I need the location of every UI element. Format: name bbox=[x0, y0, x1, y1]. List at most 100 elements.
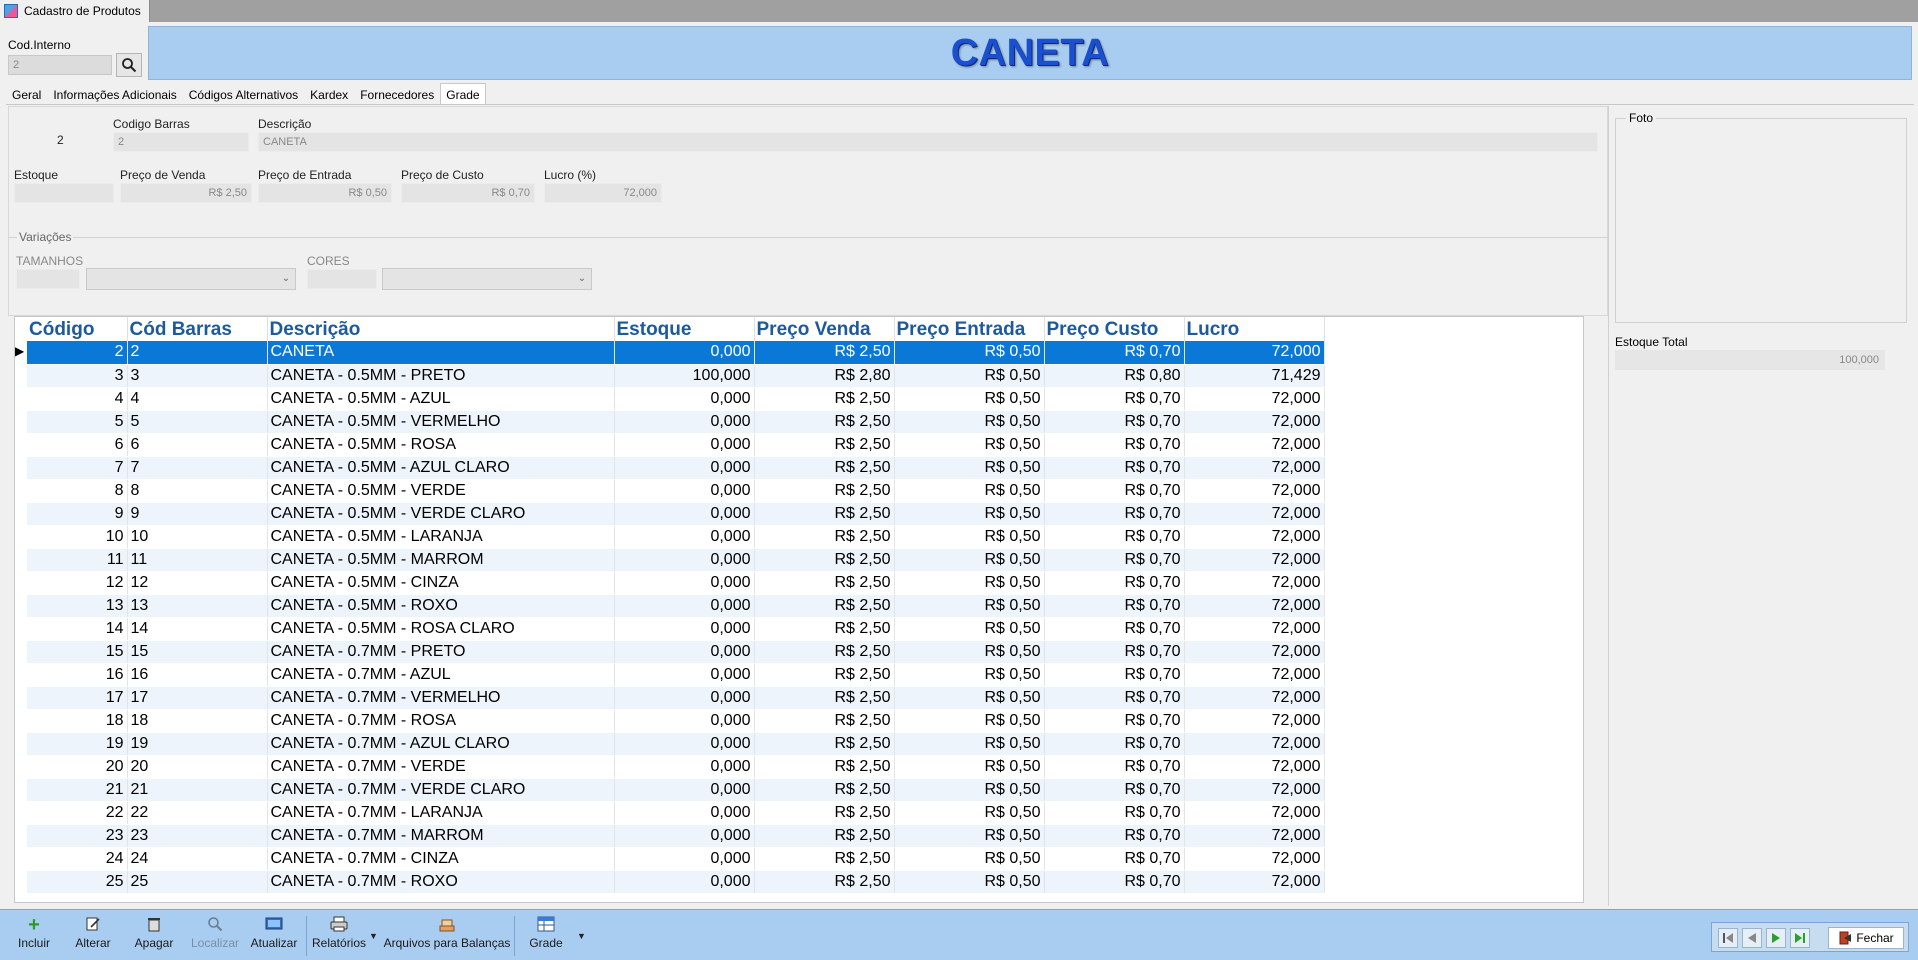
table-cell[interactable]: 72,000 bbox=[1184, 824, 1325, 848]
table-cell[interactable]: 72,000 bbox=[1184, 732, 1325, 756]
table-cell[interactable]: CANETA - 0.7MM - AZUL bbox=[267, 663, 615, 687]
tab-fornecedores[interactable]: Fornecedores bbox=[354, 83, 440, 105]
table-cell[interactable]: CANETA - 0.7MM - MARROM bbox=[267, 824, 615, 848]
table-cell[interactable]: R$ 0,50 bbox=[894, 663, 1045, 687]
table-cell[interactable]: 0,000 bbox=[614, 870, 755, 894]
first-record-button[interactable] bbox=[1718, 928, 1738, 948]
col-header-preco-custo[interactable]: Preço Custo bbox=[1044, 317, 1185, 341]
table-cell[interactable]: 18 bbox=[127, 709, 268, 733]
table-cell[interactable]: CANETA - 0.5MM - AZUL bbox=[267, 387, 615, 411]
table-row[interactable]: 24 24 CANETA - 0.7MM - CINZA 0,000 R$ 2,50 R$… bbox=[27, 847, 1325, 871]
table-cell[interactable]: R$ 2,50 bbox=[754, 732, 895, 756]
table-row[interactable]: 3 3 CANETA - 0.5MM - PRETO 100,000 R$ 2,80 R$… bbox=[27, 364, 1325, 388]
table-cell[interactable]: 0,000 bbox=[614, 640, 755, 664]
table-cell[interactable]: R$ 0,50 bbox=[894, 617, 1045, 641]
table-row[interactable]: 19 19 CANETA - 0.7MM - AZUL CLARO 0,000 R$ 2… bbox=[27, 732, 1325, 756]
table-cell[interactable]: CANETA - 0.5MM - LARANJA bbox=[267, 525, 615, 549]
table-cell[interactable]: 19 bbox=[27, 732, 128, 756]
table-cell[interactable]: 72,000 bbox=[1184, 847, 1325, 871]
table-cell[interactable]: 16 bbox=[127, 663, 268, 687]
table-cell[interactable]: R$ 0,70 bbox=[1044, 525, 1185, 549]
table-cell[interactable]: R$ 0,50 bbox=[894, 502, 1045, 526]
table-row[interactable]: 7 7 CANETA - 0.5MM - AZUL CLARO 0,000 R$ 2,5… bbox=[27, 456, 1325, 480]
table-cell[interactable]: 23 bbox=[127, 824, 268, 848]
table-cell[interactable]: R$ 0,70 bbox=[1044, 732, 1185, 756]
table-row[interactable]: 6 6 CANETA - 0.5MM - ROSA 0,000 R$ 2,50 R$ 0,… bbox=[27, 433, 1325, 457]
table-cell[interactable]: 0,000 bbox=[614, 594, 755, 618]
table-cell[interactable]: 72,000 bbox=[1184, 640, 1325, 664]
table-cell[interactable]: 72,000 bbox=[1184, 502, 1325, 526]
table-cell[interactable]: 3 bbox=[127, 364, 268, 388]
document-tab[interactable]: Cadastro de Produtos bbox=[0, 0, 150, 22]
table-cell[interactable]: R$ 0,70 bbox=[1044, 479, 1185, 503]
arquivos-balancas-button[interactable]: Arquivos para Balanças bbox=[383, 916, 511, 956]
table-cell[interactable]: 72,000 bbox=[1184, 801, 1325, 825]
table-cell[interactable]: R$ 0,50 bbox=[894, 571, 1045, 595]
table-cell[interactable]: R$ 0,50 bbox=[894, 709, 1045, 733]
preco-venda-input[interactable]: R$ 2,50 bbox=[120, 183, 252, 203]
table-cell[interactable]: R$ 2,50 bbox=[754, 640, 895, 664]
table-row[interactable]: 21 21 CANETA - 0.7MM - VERDE CLARO 0,000 R$ … bbox=[27, 778, 1325, 802]
table-cell[interactable]: R$ 0,80 bbox=[1044, 364, 1185, 388]
table-cell[interactable]: 17 bbox=[27, 686, 128, 710]
col-header-cod-barras[interactable]: Cód Barras bbox=[127, 317, 268, 341]
table-cell[interactable]: 4 bbox=[27, 387, 128, 411]
table-cell[interactable]: R$ 0,50 bbox=[894, 525, 1045, 549]
table-cell[interactable]: 20 bbox=[127, 755, 268, 779]
table-cell[interactable]: R$ 0,70 bbox=[1044, 410, 1185, 434]
table-cell[interactable]: R$ 0,70 bbox=[1044, 456, 1185, 480]
table-cell[interactable]: 9 bbox=[27, 502, 128, 526]
table-cell[interactable]: 17 bbox=[127, 686, 268, 710]
apagar-button[interactable]: Apagar bbox=[130, 916, 178, 956]
localizar-button[interactable]: Localizar bbox=[189, 916, 241, 956]
table-cell[interactable]: 18 bbox=[27, 709, 128, 733]
table-cell[interactable]: R$ 0,50 bbox=[894, 686, 1045, 710]
table-cell[interactable]: 8 bbox=[27, 479, 128, 503]
table-cell[interactable]: R$ 2,50 bbox=[754, 594, 895, 618]
table-cell[interactable]: 0,000 bbox=[614, 410, 755, 434]
table-cell[interactable]: R$ 0,50 bbox=[894, 548, 1045, 572]
table-cell[interactable]: R$ 2,50 bbox=[754, 663, 895, 687]
table-row[interactable]: 10 10 CANETA - 0.5MM - LARANJA 0,000 R$ 2,50… bbox=[27, 525, 1325, 549]
table-cell[interactable]: R$ 0,50 bbox=[894, 364, 1045, 388]
table-cell[interactable]: 0,000 bbox=[614, 663, 755, 687]
table-cell[interactable]: R$ 2,50 bbox=[754, 571, 895, 595]
table-cell[interactable]: CANETA - 0.7MM - VERMELHO bbox=[267, 686, 615, 710]
table-cell[interactable]: R$ 0,50 bbox=[894, 410, 1045, 434]
table-row[interactable]: 13 13 CANETA - 0.5MM - ROXO 0,000 R$ 2,50 R$ … bbox=[27, 594, 1325, 618]
table-cell[interactable]: R$ 0,70 bbox=[1044, 548, 1185, 572]
table-cell[interactable]: CANETA - 0.7MM - VERDE CLARO bbox=[267, 778, 615, 802]
table-cell[interactable]: 10 bbox=[127, 525, 268, 549]
table-cell[interactable]: R$ 0,70 bbox=[1044, 870, 1185, 894]
table-cell[interactable]: R$ 2,50 bbox=[754, 341, 895, 365]
table-cell[interactable]: R$ 0,70 bbox=[1044, 502, 1185, 526]
col-header-lucro[interactable]: Lucro bbox=[1184, 317, 1325, 341]
table-cell[interactable]: CANETA - 0.5MM - CINZA bbox=[267, 571, 615, 595]
table-cell[interactable]: 2 bbox=[27, 341, 128, 365]
descricao-input[interactable]: CANETA bbox=[258, 132, 1598, 152]
table-cell[interactable]: 22 bbox=[27, 801, 128, 825]
variations-grid[interactable]: ▶ Código Cód Barras Descrição Estoque Pr… bbox=[14, 316, 1584, 903]
table-cell[interactable]: 0,000 bbox=[614, 686, 755, 710]
table-cell[interactable]: 0,000 bbox=[614, 755, 755, 779]
table-cell[interactable]: R$ 0,50 bbox=[894, 594, 1045, 618]
col-header-estoque[interactable]: Estoque bbox=[614, 317, 755, 341]
table-cell[interactable]: R$ 0,70 bbox=[1044, 755, 1185, 779]
last-record-button[interactable] bbox=[1790, 928, 1810, 948]
table-row[interactable]: 18 18 CANETA - 0.7MM - ROSA 0,000 R$ 2,50 R$ … bbox=[27, 709, 1325, 733]
table-cell[interactable]: 72,000 bbox=[1184, 456, 1325, 480]
cod-interno-input[interactable]: 2 bbox=[8, 55, 112, 75]
col-header-codigo[interactable]: Código bbox=[27, 317, 128, 341]
table-cell[interactable]: R$ 2,50 bbox=[754, 824, 895, 848]
table-cell[interactable]: R$ 2,50 bbox=[754, 617, 895, 641]
table-cell[interactable]: R$ 0,70 bbox=[1044, 847, 1185, 871]
table-cell[interactable]: R$ 2,50 bbox=[754, 847, 895, 871]
table-row[interactable]: 4 4 CANETA - 0.5MM - AZUL 0,000 R$ 2,50 R$ 0,… bbox=[27, 387, 1325, 411]
table-cell[interactable]: R$ 0,50 bbox=[894, 433, 1045, 457]
tab-grade[interactable]: Grade bbox=[440, 83, 486, 105]
table-cell[interactable]: 0,000 bbox=[614, 571, 755, 595]
table-cell[interactable]: CANETA - 0.5MM - ROSA CLARO bbox=[267, 617, 615, 641]
table-cell[interactable]: R$ 2,50 bbox=[754, 778, 895, 802]
table-cell[interactable]: 72,000 bbox=[1184, 479, 1325, 503]
incluir-button[interactable]: + Incluir bbox=[12, 915, 56, 956]
